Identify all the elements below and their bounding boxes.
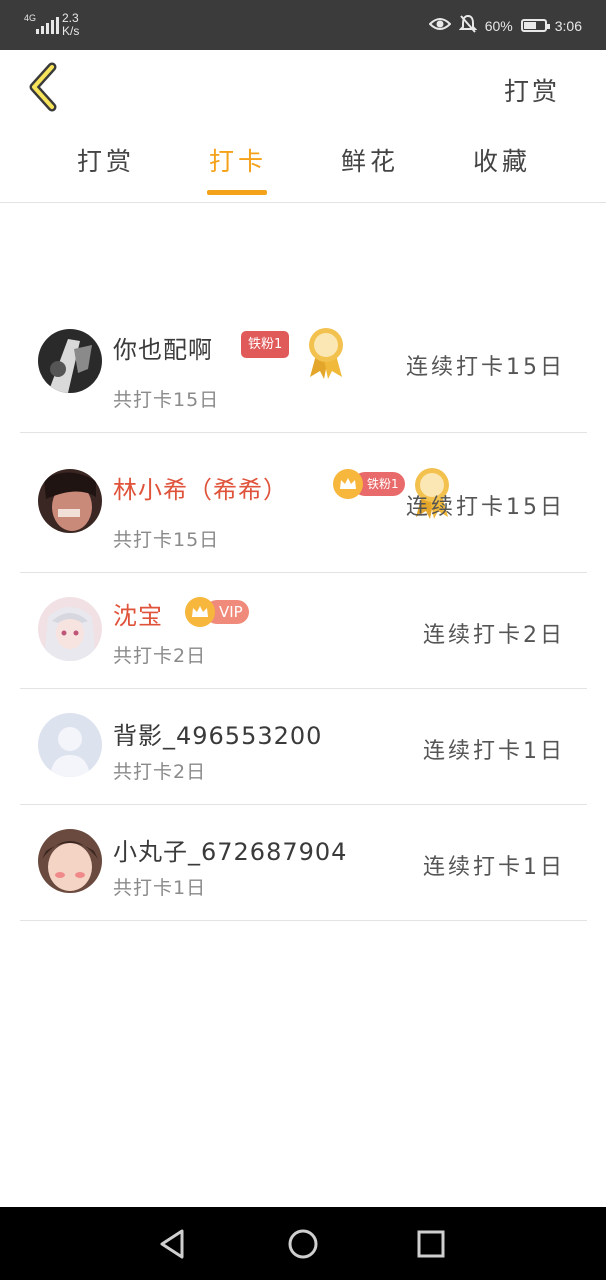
- user-name: 林小希（希希）: [113, 476, 288, 504]
- list-item[interactable]: 沈宝 VIP 共打卡2日 连续打卡2日: [20, 572, 587, 689]
- streak-days: 连续打卡1日: [423, 739, 565, 764]
- nav-home-button[interactable]: [286, 1227, 320, 1261]
- recents-square-icon: [417, 1230, 445, 1258]
- streak-days: 连续打卡15日: [406, 495, 565, 520]
- crown-icon: [333, 469, 363, 499]
- avatar: [38, 469, 102, 533]
- tab-flowers[interactable]: 鲜花: [310, 142, 430, 192]
- fan-badge: 铁粉1: [241, 331, 290, 358]
- list-item[interactable]: 你也配啊 铁粉1 共打卡15日 连续打卡15日: [20, 310, 587, 433]
- eye-icon: [428, 16, 452, 35]
- tab-checkin[interactable]: 打卡: [178, 142, 298, 192]
- tab-bar: 打赏 打卡 鲜花 收藏: [0, 130, 606, 203]
- battery-percent: 60%: [484, 17, 513, 34]
- total-checkin: 共打卡2日: [113, 645, 207, 667]
- total-checkin: 共打卡15日: [113, 529, 220, 551]
- active-tab-indicator: [207, 190, 267, 195]
- signal-icon: 4G: [24, 12, 59, 36]
- tab-favorites[interactable]: 收藏: [442, 142, 562, 192]
- user-name: 小丸子_672687904: [113, 838, 348, 866]
- total-checkin: 共打卡1日: [113, 877, 207, 899]
- avatar: [38, 829, 102, 893]
- user-name: 你也配啊: [113, 336, 213, 364]
- status-left: 4G 2.3 K/s: [24, 12, 79, 38]
- avatar: [38, 597, 102, 661]
- user-name: 背影_496553200: [113, 722, 323, 750]
- list-item[interactable]: 林小希（希希） 铁粉1 共打卡15日 连续打卡15日: [20, 432, 587, 573]
- status-right: 60% 3:06: [428, 14, 582, 37]
- back-triangle-icon: [160, 1229, 184, 1259]
- total-checkin: 共打卡2日: [113, 761, 207, 783]
- nav-back-button[interactable]: [156, 1227, 190, 1261]
- header: 打赏: [0, 50, 606, 128]
- system-nav-bar: [0, 1207, 606, 1280]
- clock-time: 3:06: [554, 17, 582, 34]
- total-checkin: 共打卡15日: [113, 389, 220, 411]
- home-circle-icon: [288, 1229, 318, 1259]
- status-bar: 4G 2.3 K/s 60% 3:06: [0, 0, 606, 50]
- crown-fan-badge: 铁粉1: [333, 469, 405, 499]
- user-name: 沈宝: [113, 602, 163, 630]
- vip-badge: VIP: [185, 597, 249, 627]
- avatar: [38, 329, 102, 393]
- tab-reward[interactable]: 打赏: [46, 142, 166, 192]
- back-button[interactable]: [22, 62, 66, 112]
- streak-days: 连续打卡15日: [406, 355, 565, 380]
- chevron-left-icon: [29, 62, 57, 112]
- reward-action-button[interactable]: 打赏: [504, 72, 560, 108]
- nav-recents-button[interactable]: [414, 1227, 448, 1261]
- crown-icon: [185, 597, 215, 627]
- streak-days: 连续打卡1日: [423, 855, 565, 880]
- speed-unit: K/s: [62, 24, 80, 38]
- bell-off-icon: [458, 14, 478, 37]
- medal-icon: [306, 325, 346, 379]
- battery-icon: [520, 19, 550, 32]
- list-item[interactable]: 背影_496553200 共打卡2日 连续打卡1日: [20, 688, 587, 805]
- network-type: 4G: [24, 13, 37, 23]
- avatar: [38, 713, 102, 777]
- network-speed: 2.3 K/s: [62, 12, 79, 38]
- streak-days: 连续打卡2日: [423, 623, 565, 648]
- list-item[interactable]: 小丸子_672687904 共打卡1日 连续打卡1日: [20, 804, 587, 921]
